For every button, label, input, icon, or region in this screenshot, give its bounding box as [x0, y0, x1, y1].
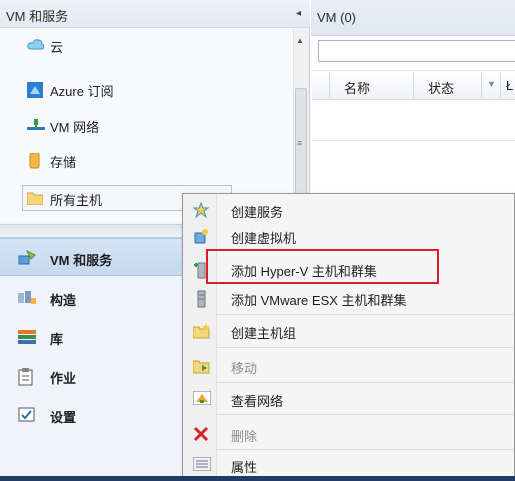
- tree-item-label: 存储: [50, 155, 77, 170]
- menu-separator: [217, 414, 514, 415]
- create-vm-icon: [193, 228, 209, 244]
- search-input[interactable]: [318, 40, 515, 62]
- azure-subscription-icon: [27, 82, 43, 98]
- menu-item-properties[interactable]: 属性: [183, 452, 514, 478]
- bottom-edge-bar: [0, 476, 515, 481]
- delete-icon: [193, 426, 209, 442]
- menu-separator: [217, 449, 514, 450]
- view-network-icon: [192, 390, 212, 407]
- tree-item-label: 所有主机: [50, 193, 103, 208]
- tree-item-label: Azure 订阅: [50, 84, 114, 99]
- column-filter-icon[interactable]: ▼: [487, 79, 496, 89]
- workspace-label: 设置: [50, 410, 77, 425]
- scrollbar-thumb[interactable]: [295, 88, 307, 208]
- tree-item-clouds[interactable]: 云: [0, 32, 293, 58]
- menu-item-move[interactable]: 移动: [183, 353, 514, 379]
- menu-item-create-service[interactable]: 创建服务: [183, 197, 514, 223]
- menu-item-add-vmware-host[interactable]: 添加 VMware ESX 主机和群集: [183, 285, 514, 311]
- folder-icon: [26, 191, 44, 206]
- column-header-status[interactable]: 状态: [428, 78, 454, 97]
- highlight-annotation-box: [206, 249, 439, 284]
- menu-item-label: 创建虚拟机: [231, 231, 297, 246]
- column-divider[interactable]: [500, 72, 501, 98]
- library-icon: [18, 329, 36, 345]
- menu-item-create-vm[interactable]: 创建虚拟机: [183, 223, 514, 249]
- fabric-icon: [18, 290, 36, 306]
- column-divider[interactable]: [329, 72, 330, 98]
- settings-icon: [18, 407, 36, 423]
- menu-separator: [217, 382, 514, 383]
- create-host-group-icon: [192, 323, 210, 339]
- tree-item-storage[interactable]: 存储: [0, 147, 293, 173]
- tree-item-label: VM 网络: [50, 120, 100, 135]
- menu-item-label: 添加 VMware ESX 主机和群集: [231, 293, 407, 308]
- add-vmware-host-icon: [193, 290, 209, 308]
- column-divider[interactable]: [413, 72, 414, 98]
- vm-network-icon: [27, 118, 45, 132]
- workspace-label: 库: [50, 332, 64, 347]
- menu-item-label: 创建服务: [231, 205, 284, 220]
- workspace-label: 作业: [50, 371, 77, 386]
- workspace-label: 构造: [50, 293, 77, 308]
- tree-item-azure-subscriptions[interactable]: Azure 订阅: [0, 76, 293, 102]
- menu-item-label: 查看网络: [231, 394, 284, 409]
- menu-item-delete[interactable]: 删除: [183, 421, 514, 447]
- tree-item-vm-networks[interactable]: VM 网络: [0, 112, 293, 138]
- cloud-icon: [27, 38, 45, 52]
- storage-icon: [27, 152, 43, 169]
- column-header-more[interactable]: Ł: [506, 78, 513, 93]
- grid-row-divider: [312, 140, 515, 141]
- menu-item-label: 属性: [231, 460, 258, 475]
- jobs-icon: [18, 368, 36, 386]
- menu-item-view-networks[interactable]: 查看网络: [183, 386, 514, 412]
- scroll-up-icon[interactable]: ▲: [296, 36, 304, 45]
- menu-item-label: 创建主机组: [231, 326, 297, 341]
- menu-separator: [217, 314, 514, 315]
- content-title: VM (0): [317, 10, 356, 25]
- properties-icon: [192, 456, 212, 473]
- menu-item-create-host-group[interactable]: 创建主机组: [183, 318, 514, 344]
- menu-item-label: 删除: [231, 429, 258, 444]
- menu-item-label: 移动: [231, 361, 258, 376]
- column-header-name[interactable]: 名称: [344, 78, 370, 97]
- tree-item-label: 云: [50, 40, 64, 55]
- navigation-title: VM 和服务: [6, 9, 69, 24]
- scroll-grip-icon: ≡: [297, 138, 303, 148]
- menu-separator: [217, 347, 514, 348]
- column-divider[interactable]: [481, 72, 482, 98]
- move-icon: [192, 358, 210, 374]
- collapse-pane-icon[interactable]: ◂: [296, 8, 301, 19]
- workspace-label: VM 和服务: [50, 253, 113, 268]
- create-service-icon: [192, 201, 210, 219]
- vm-services-icon: [18, 249, 36, 266]
